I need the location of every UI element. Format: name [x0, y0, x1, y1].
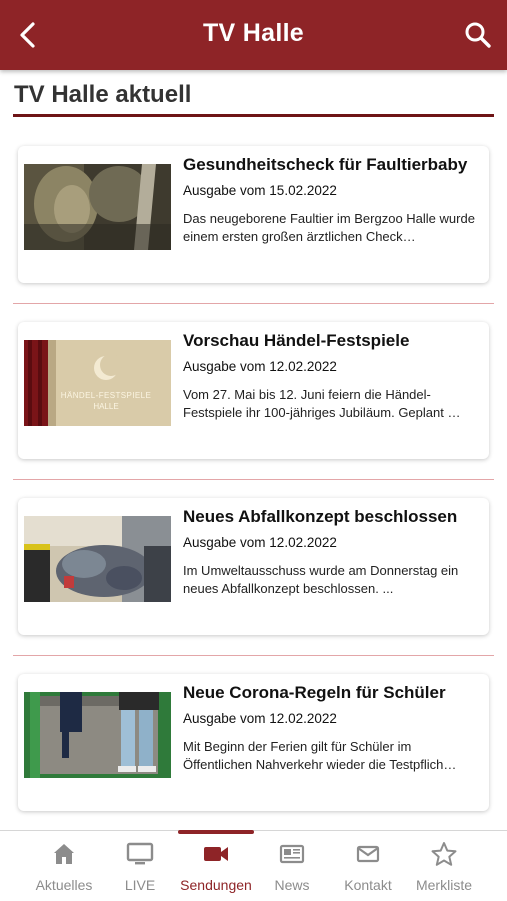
- article-headline: Gesundheitscheck für Faultierbaby: [183, 155, 468, 174]
- article-teaser: Vom 27. Mai bis 12. Juni feiern die Händ…: [183, 387, 461, 420]
- section-title: TV Halle aktuell: [14, 81, 192, 108]
- article-card[interactable]: Neues Abfallkonzept beschlossen Ausgabe …: [18, 498, 489, 635]
- article-headline: Neue Corona-Regeln für Schüler: [183, 683, 446, 702]
- list-divider: [13, 479, 494, 480]
- article-date: Ausgabe vom 12.02.2022: [183, 711, 337, 726]
- search-icon: [465, 22, 491, 48]
- article-date: Ausgabe vom 15.02.2022: [183, 183, 337, 198]
- article-thumbnail-festival: HÄNDEL-FESTSPIELE HALLE: [24, 340, 171, 426]
- app-header: TV Halle: [0, 0, 507, 70]
- nav-item-kontakt[interactable]: Kontakt: [330, 831, 406, 901]
- article-card[interactable]: Gesundheitscheck für Faultierbaby Ausgab…: [18, 146, 489, 283]
- tv-icon: [126, 842, 154, 865]
- search-button[interactable]: [463, 20, 493, 50]
- article-card[interactable]: HÄNDEL-FESTSPIELE HALLE Vorschau Händel-…: [18, 322, 489, 459]
- article-date: Ausgabe vom 12.02.2022: [183, 359, 337, 374]
- video-camera-icon: [204, 847, 228, 861]
- article-thumbnail-tram: [24, 692, 171, 778]
- active-tab-indicator: [178, 830, 254, 834]
- article-card[interactable]: Neue Corona-Regeln für Schüler Ausgabe v…: [18, 674, 489, 811]
- section-underline: [13, 114, 494, 117]
- article-thumbnail-sloth: [24, 164, 171, 250]
- festival-image-text: HÄNDEL-FESTSPIELE: [61, 391, 151, 400]
- festival-image-subtext: HALLE: [93, 402, 118, 411]
- nav-item-merkliste[interactable]: Merkliste: [406, 831, 482, 901]
- home-icon: [54, 844, 74, 864]
- star-icon: [431, 842, 457, 866]
- nav-label: Merkliste: [415, 877, 472, 893]
- app-title: TV Halle: [202, 19, 305, 47]
- nav-item-live[interactable]: LIVE: [102, 831, 178, 901]
- mail-icon: [356, 845, 380, 863]
- newspaper-icon: [279, 844, 305, 864]
- nav-item-aktuelles[interactable]: Aktuelles: [26, 831, 102, 901]
- list-divider: [13, 303, 494, 304]
- list-divider: [13, 655, 494, 656]
- nav-item-news[interactable]: News: [254, 831, 330, 901]
- nav-item-sendungen[interactable]: Sendungen: [178, 831, 254, 901]
- article-headline: Neues Abfallkonzept beschlossen: [183, 507, 458, 526]
- article-teaser: Mit Beginn der Ferien gilt für Schüler i…: [183, 739, 457, 772]
- article-headline: Vorschau Händel-Festspiele: [183, 331, 410, 350]
- bottom-navigation: Aktuelles LIVE Sendungen News Kontakt Me…: [0, 830, 507, 901]
- article-teaser: Das neugeborene Faultier im Bergzoo Hall…: [183, 211, 475, 244]
- article-teaser: Im Umweltausschuss wurde am Donnerstag e…: [183, 563, 459, 596]
- article-date: Ausgabe vom 12.02.2022: [183, 535, 337, 550]
- article-thumbnail-waste: [24, 516, 171, 602]
